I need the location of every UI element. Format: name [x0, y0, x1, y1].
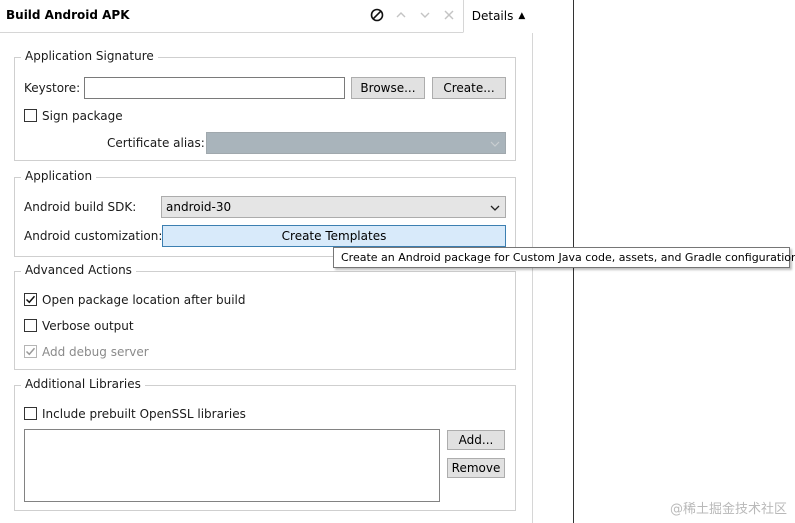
panel-title: Build Android APK: [6, 8, 130, 22]
application-group: Application Android build SDK: android-3…: [14, 169, 516, 257]
details-tab-label: Details: [471, 9, 514, 23]
application-legend: Application: [21, 169, 97, 183]
keystore-input[interactable]: [84, 77, 345, 99]
chevron-down-icon: [490, 202, 500, 212]
signature-legend: Application Signature: [21, 49, 158, 63]
sdk-select[interactable]: android-30: [161, 196, 506, 218]
remove-library-button[interactable]: Remove: [447, 458, 505, 478]
verbose-checkbox[interactable]: [24, 319, 37, 332]
sign-package-label: Sign package: [42, 109, 123, 123]
close-icon[interactable]: [441, 7, 457, 23]
verbose-label: Verbose output: [42, 319, 134, 333]
cert-alias-select[interactable]: [206, 132, 506, 154]
signature-group: Application Signature Keystore: Browse..…: [14, 49, 516, 161]
chevron-down-icon: [490, 138, 500, 148]
libraries-group: Additional Libraries Include prebuilt Op…: [14, 377, 516, 511]
openssl-label: Include prebuilt OpenSSL libraries: [42, 407, 246, 421]
details-tab[interactable]: Details ▲: [463, 0, 533, 33]
sign-package-checkbox[interactable]: [24, 109, 37, 122]
libraries-legend: Additional Libraries: [21, 377, 145, 391]
customization-label: Android customization:: [24, 229, 163, 243]
debug-server-checkbox[interactable]: [24, 345, 37, 358]
open-location-label: Open package location after build: [42, 293, 246, 307]
cert-alias-label: Certificate alias:: [107, 136, 205, 150]
watermark: @稀土掘金技术社区: [669, 502, 787, 517]
caret-up-icon: ▲: [518, 11, 526, 21]
templates-tooltip: Create an Android package for Custom Jav…: [333, 247, 795, 268]
checkmark-icon: [25, 347, 36, 356]
keystore-label: Keystore:: [24, 81, 81, 95]
create-keystore-button[interactable]: Create...: [432, 77, 506, 99]
sdk-value: android-30: [166, 200, 232, 214]
checkmark-icon: [25, 295, 36, 304]
create-templates-button[interactable]: Create Templates: [162, 225, 506, 247]
chevron-up-icon[interactable]: [393, 7, 409, 23]
browse-button[interactable]: Browse...: [351, 77, 425, 99]
openssl-checkbox[interactable]: [24, 407, 37, 420]
advanced-group: Advanced Actions Open package location a…: [14, 263, 516, 370]
open-location-checkbox[interactable]: [24, 293, 37, 306]
panel-header: Build Android APK Details ▲: [0, 0, 533, 33]
libraries-list[interactable]: [24, 429, 440, 502]
sdk-label: Android build SDK:: [24, 200, 137, 214]
cancel-icon[interactable]: [369, 7, 385, 23]
advanced-legend: Advanced Actions: [21, 263, 136, 277]
debug-server-label: Add debug server: [42, 345, 149, 359]
header-divider: [0, 32, 463, 33]
add-library-button[interactable]: Add...: [447, 430, 505, 450]
chevron-down-icon[interactable]: [417, 7, 433, 23]
